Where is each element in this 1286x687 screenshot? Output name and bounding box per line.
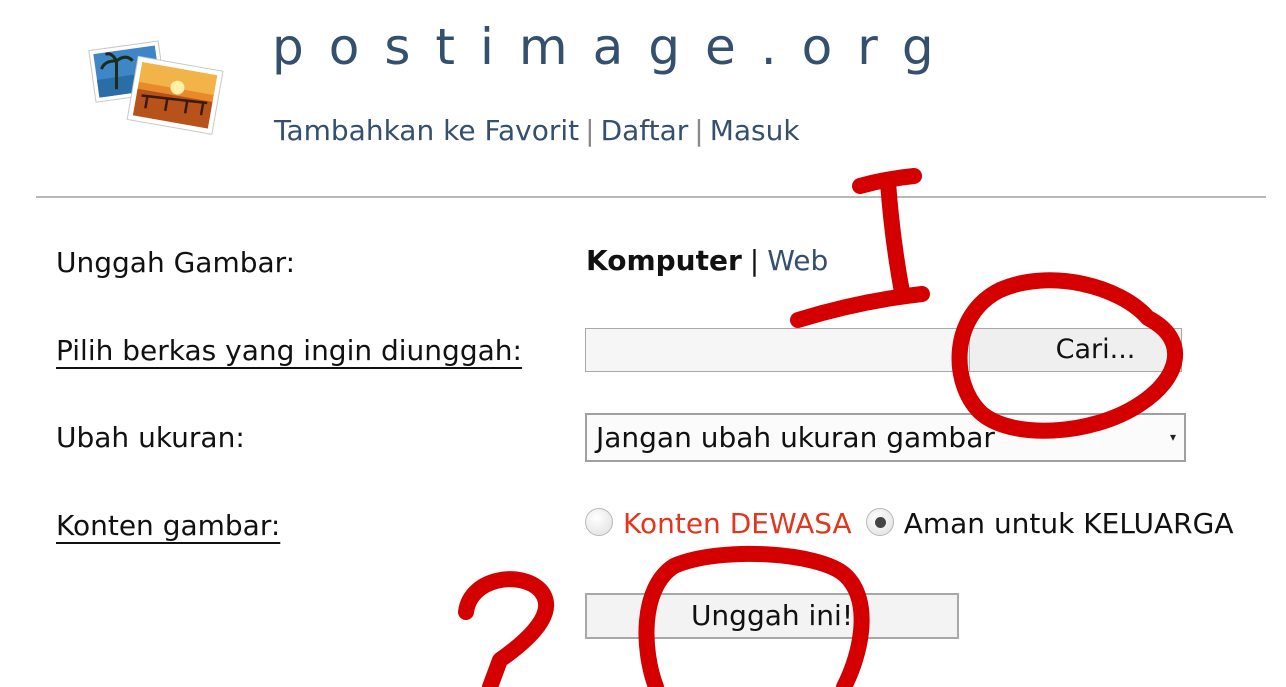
- web-tab[interactable]: Web: [767, 244, 828, 277]
- resize-select[interactable]: Jangan ubah ukuran gambar ▾: [585, 413, 1186, 462]
- annotation-marker-2: [458, 571, 555, 687]
- upload-submit-button[interactable]: Unggah ini!: [585, 593, 959, 639]
- resize-selected-value: Jangan ubah ukuran gambar: [596, 421, 995, 454]
- file-input[interactable]: Cari...: [585, 328, 1182, 372]
- adult-content-radio[interactable]: [585, 508, 613, 536]
- mode-separator: |: [749, 244, 760, 277]
- adult-content-label[interactable]: Konten DEWASA: [623, 502, 852, 546]
- header-nav: Tambahkan ke Favorit | Daftar | Masuk: [274, 114, 800, 147]
- login-link[interactable]: Masuk: [710, 114, 800, 147]
- file-chooser-label: Pilih berkas yang ingin diunggah:: [56, 334, 522, 367]
- add-to-favorites-link[interactable]: Tambahkan ke Favorit: [274, 114, 579, 147]
- header-divider: [36, 196, 1266, 198]
- site-title[interactable]: postimage.org: [272, 18, 959, 76]
- computer-tab[interactable]: Komputer: [586, 244, 742, 277]
- content-rating-label: Konten gambar:: [56, 509, 281, 542]
- postimage-logo: [88, 40, 224, 135]
- upload-source-toggle: Komputer | Web: [586, 244, 828, 277]
- register-link[interactable]: Daftar: [601, 114, 689, 147]
- family-safe-radio[interactable]: [865, 508, 894, 536]
- resize-label: Ubah ukuran:: [56, 421, 245, 454]
- dropdown-caret-icon: ▾: [1169, 430, 1176, 444]
- browse-button[interactable]: Cari...: [969, 329, 1181, 371]
- nav-separator: |: [585, 114, 595, 147]
- family-safe-label[interactable]: Aman untuk KELUARGA: [904, 502, 1234, 546]
- content-rating-options: Konten DEWASA Aman untuk KELUARGA: [585, 506, 1247, 550]
- upload-source-label: Unggah Gambar:: [56, 246, 296, 279]
- nav-separator: |: [694, 114, 704, 147]
